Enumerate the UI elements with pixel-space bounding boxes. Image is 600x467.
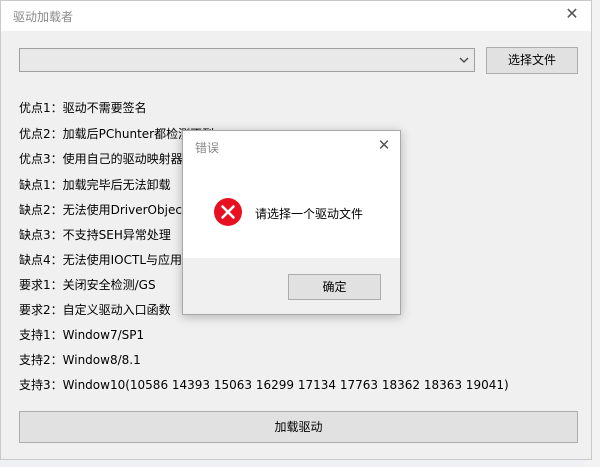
- window-title: 驱动加载者: [13, 10, 74, 24]
- dialog-title: 错误: [195, 141, 220, 155]
- window-close-icon[interactable]: ✕: [563, 5, 581, 23]
- dialog-close-icon[interactable]: ✕: [376, 137, 392, 153]
- info-line: 支持1：Window7/SP1: [19, 328, 145, 342]
- driver-file-combobox[interactable]: [19, 48, 475, 72]
- choose-file-button[interactable]: 选择文件: [486, 47, 578, 74]
- info-line: 缺点3：不支持SEH异常处理: [19, 228, 171, 242]
- info-line: 要求2：自定义驱动入口函数: [19, 303, 171, 317]
- info-line: 支持3：Window10(10586 14393 15063 16299 171…: [19, 378, 509, 392]
- dialog-message: 请选择一个驱动文件: [255, 207, 364, 221]
- info-line: 优点1：驱动不需要签名: [19, 101, 147, 115]
- info-line: 缺点1：加载完毕后无法卸载: [19, 178, 171, 192]
- info-line: 支持2：Window8/8.1: [19, 353, 141, 367]
- ok-button[interactable]: 确定: [288, 274, 381, 300]
- info-line: 要求1：关闭安全检测/GS: [19, 278, 156, 292]
- chevron-down-icon[interactable]: [459, 56, 469, 64]
- load-driver-button[interactable]: 加载驱动: [19, 411, 578, 443]
- window-titlebar: 驱动加载者 ✕: [1, 1, 591, 31]
- error-dialog: 错误 ✕ 请选择一个驱动文件 确定: [182, 130, 401, 315]
- info-line: 缺点2：无法使用DriverObject: [19, 203, 187, 217]
- error-icon: [214, 198, 242, 226]
- info-line: 优点3：使用自己的驱动映射器: [19, 152, 183, 166]
- info-line: 缺点4：无法使用IOCTL与应用通信: [19, 253, 207, 267]
